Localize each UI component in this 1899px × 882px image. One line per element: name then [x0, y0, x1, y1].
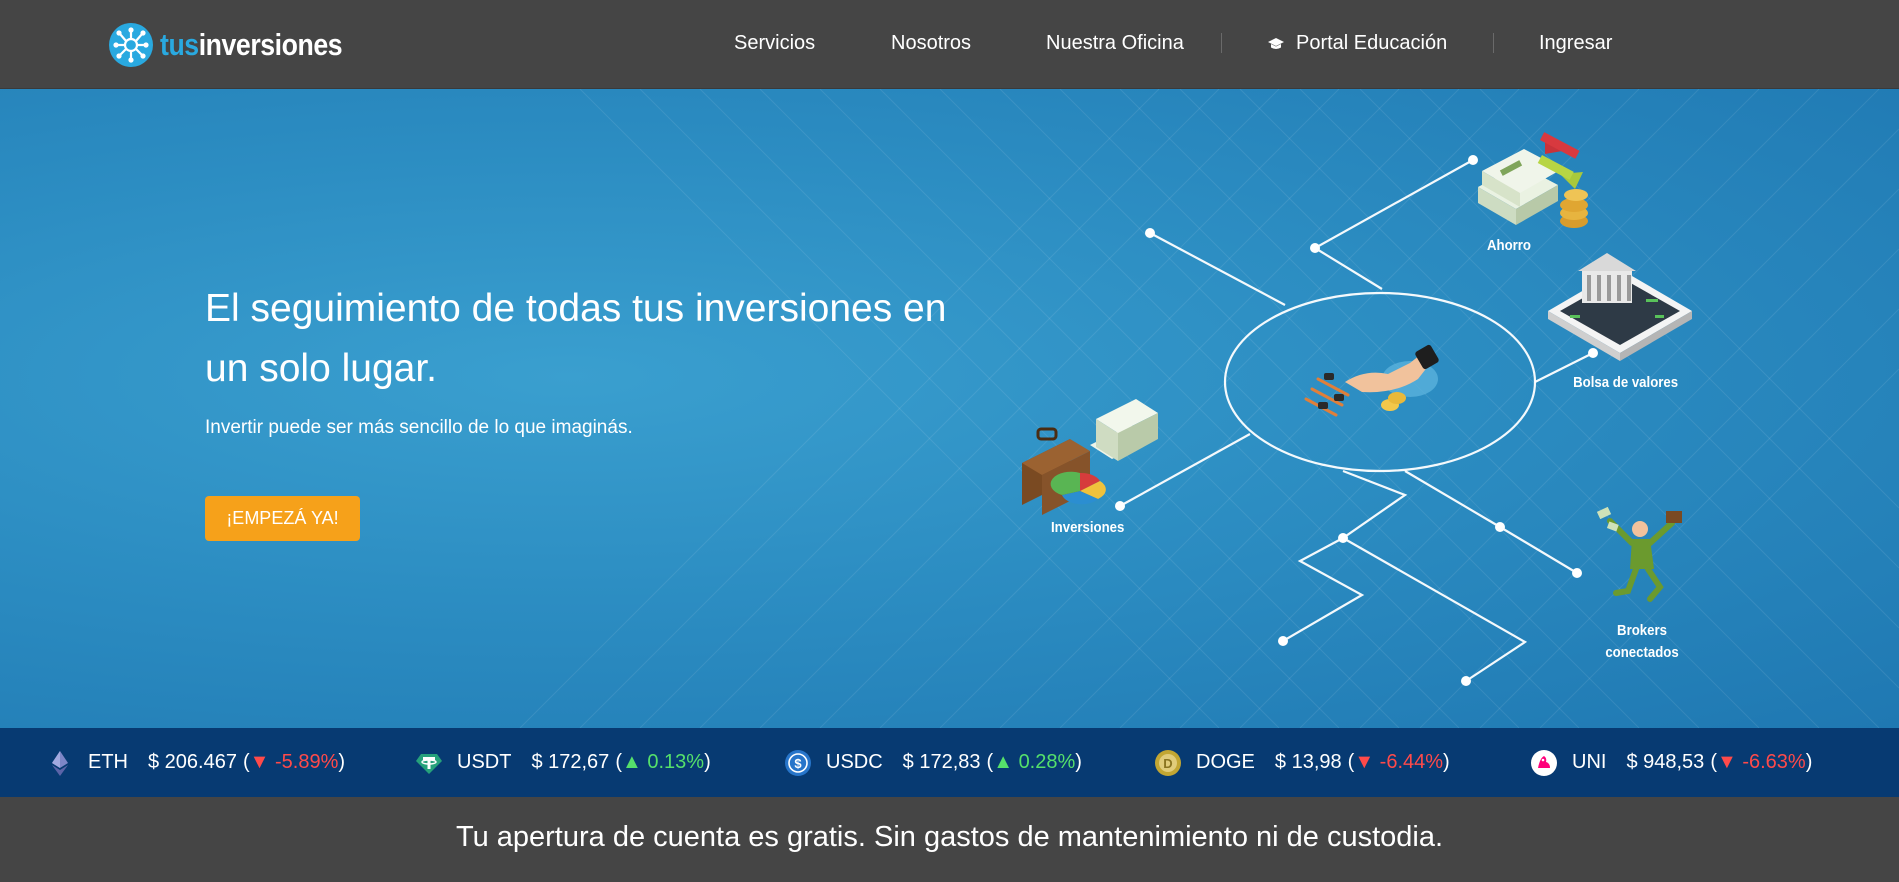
free-account-banner: Tu apertura de cuenta es gratis. Sin gas…	[0, 797, 1899, 882]
ticker-price: $ 172,83	[902, 751, 981, 773]
investments-briefcase-icon	[1022, 399, 1158, 515]
banner-text: Tu apertura de cuenta es gratis. Sin gas…	[455, 821, 1444, 853]
ticker-paren-close: )	[338, 751, 346, 773]
logo-prefix: tus	[160, 27, 199, 62]
ticker-change: ▲ 0.13%	[622, 751, 704, 774]
ticker-arrow: ▼	[1716, 751, 1737, 773]
ticker-price: $ 948,53	[1626, 751, 1705, 773]
ticker-paren-open: (	[1710, 751, 1717, 773]
nav-ingresar[interactable]: Ingresar	[1539, 32, 1612, 55]
hero-subtitle: Invertir puede ser más sencillo de lo qu…	[205, 417, 633, 438]
ticker-paren-close: )	[1075, 751, 1082, 773]
hero-title: El seguimiento de todas tus inversiones …	[205, 287, 947, 390]
nav-portal-educacion-label: Portal Educación	[1296, 32, 1448, 54]
diagram-lines	[1022, 132, 1692, 686]
empeza-ya-button[interactable]: ¡EMPEZÁ YA!	[205, 496, 360, 541]
ticker-price: $ 206.467	[148, 751, 237, 773]
ticker-symbol: DOGE	[1196, 751, 1255, 773]
investment-diagram: Ahorro Bolsa de valores Inversiones Brok…	[1000, 89, 1899, 728]
ticker-paren-open: (	[615, 751, 622, 773]
ticker-item[interactable]: $ USDC $ 172,83 (▲ 0.28%)	[784, 728, 1082, 797]
ticker-change: ▼ -6.44%	[1354, 751, 1443, 774]
ticker-arrow: ▼	[249, 751, 270, 773]
hand-sliders-icon	[1304, 344, 1439, 417]
ethereum-icon	[52, 750, 68, 776]
broker-person-icon	[1596, 506, 1682, 602]
ticker-symbol: UNI	[1572, 751, 1607, 773]
ticker-change-value: 0.28%	[1018, 751, 1076, 773]
ticker-change-value: -5.89%	[275, 751, 339, 773]
logo-wordmark: tusinversiones	[160, 27, 343, 63]
ticker-arrow: ▲	[993, 751, 1013, 773]
ticker-item[interactable]: ETH $ 206.467 (▼ -5.89%)	[46, 728, 345, 797]
nav-nosotros[interactable]: Nosotros	[891, 32, 971, 55]
ticker-change: ▲ 0.28%	[993, 751, 1075, 774]
ticker-item[interactable]: USDT $ 172,67 (▲ 0.13%)	[415, 728, 711, 797]
ticker-symbol: USDT	[457, 751, 512, 773]
ticker-paren-open: (	[986, 751, 994, 773]
ticker-paren-close: )	[1805, 751, 1813, 773]
ticker-item[interactable]: D DOGE $ 13,98 (▼ -6.44%)	[1154, 728, 1450, 797]
logo[interactable]: tusinversiones	[108, 22, 372, 68]
savings-money-icon	[1478, 132, 1588, 228]
ticker-change-value: 0.13%	[647, 751, 705, 773]
dogecoin-icon: D	[1155, 749, 1181, 776]
ticker-paren-open: (	[1347, 751, 1355, 773]
ticker-change: ▼ -6.63%	[1717, 751, 1806, 774]
uniswap-icon	[1531, 749, 1557, 776]
diagram-label-brokers: Brokers conectados	[1605, 622, 1679, 661]
nav-servicios[interactable]: Servicios	[734, 32, 815, 55]
logo-network-icon	[109, 23, 153, 67]
ticker-arrow: ▼	[1354, 751, 1375, 773]
graduation-cap-icon	[1268, 37, 1284, 49]
logo-suffix: inversiones	[198, 27, 343, 62]
diagram-label-ahorro: Ahorro	[1487, 237, 1531, 254]
diagram-label-bolsa: Bolsa de valores	[1573, 374, 1679, 391]
hero-section: El seguimiento de todas tus inversiones …	[0, 89, 1899, 728]
nav-portal-educacion[interactable]: Portal Educación	[1268, 32, 1447, 55]
diagram-label-inversiones: Inversiones	[1051, 519, 1125, 536]
nav-divider	[1221, 33, 1222, 53]
ticker-change-value: -6.63%	[1742, 751, 1806, 773]
ticker-price: $ 13,98	[1274, 751, 1342, 773]
ticker-change: ▼ -5.89%	[250, 751, 339, 774]
ticker-item[interactable]: UNI $ 948,53 (▼ -6.63%)	[1530, 728, 1812, 797]
navbar: tusinversiones Servicios Nosotros Nuestr…	[0, 0, 1899, 89]
tether-icon	[416, 753, 442, 774]
ticker-paren-open: (	[242, 751, 250, 773]
usd-coin-icon: $	[785, 749, 811, 776]
crypto-ticker: ETH $ 206.467 (▼ -5.89%) USDT $ 172,67 (…	[0, 728, 1899, 797]
stock-exchange-icon	[1548, 253, 1692, 361]
svg-text:$: $	[794, 756, 802, 771]
ticker-price: $ 172,67	[531, 751, 610, 773]
ticker-change-value: -6.44%	[1379, 751, 1444, 773]
ticker-symbol: ETH	[88, 751, 128, 773]
ticker-paren-close: )	[1443, 751, 1450, 773]
svg-text:D: D	[1163, 756, 1172, 771]
nav-nuestra-oficina[interactable]: Nuestra Oficina	[1046, 32, 1184, 55]
ticker-paren-close: )	[704, 751, 711, 773]
ticker-arrow: ▲	[621, 751, 642, 773]
nav-divider	[1493, 33, 1494, 53]
ticker-symbol: USDC	[826, 751, 883, 773]
